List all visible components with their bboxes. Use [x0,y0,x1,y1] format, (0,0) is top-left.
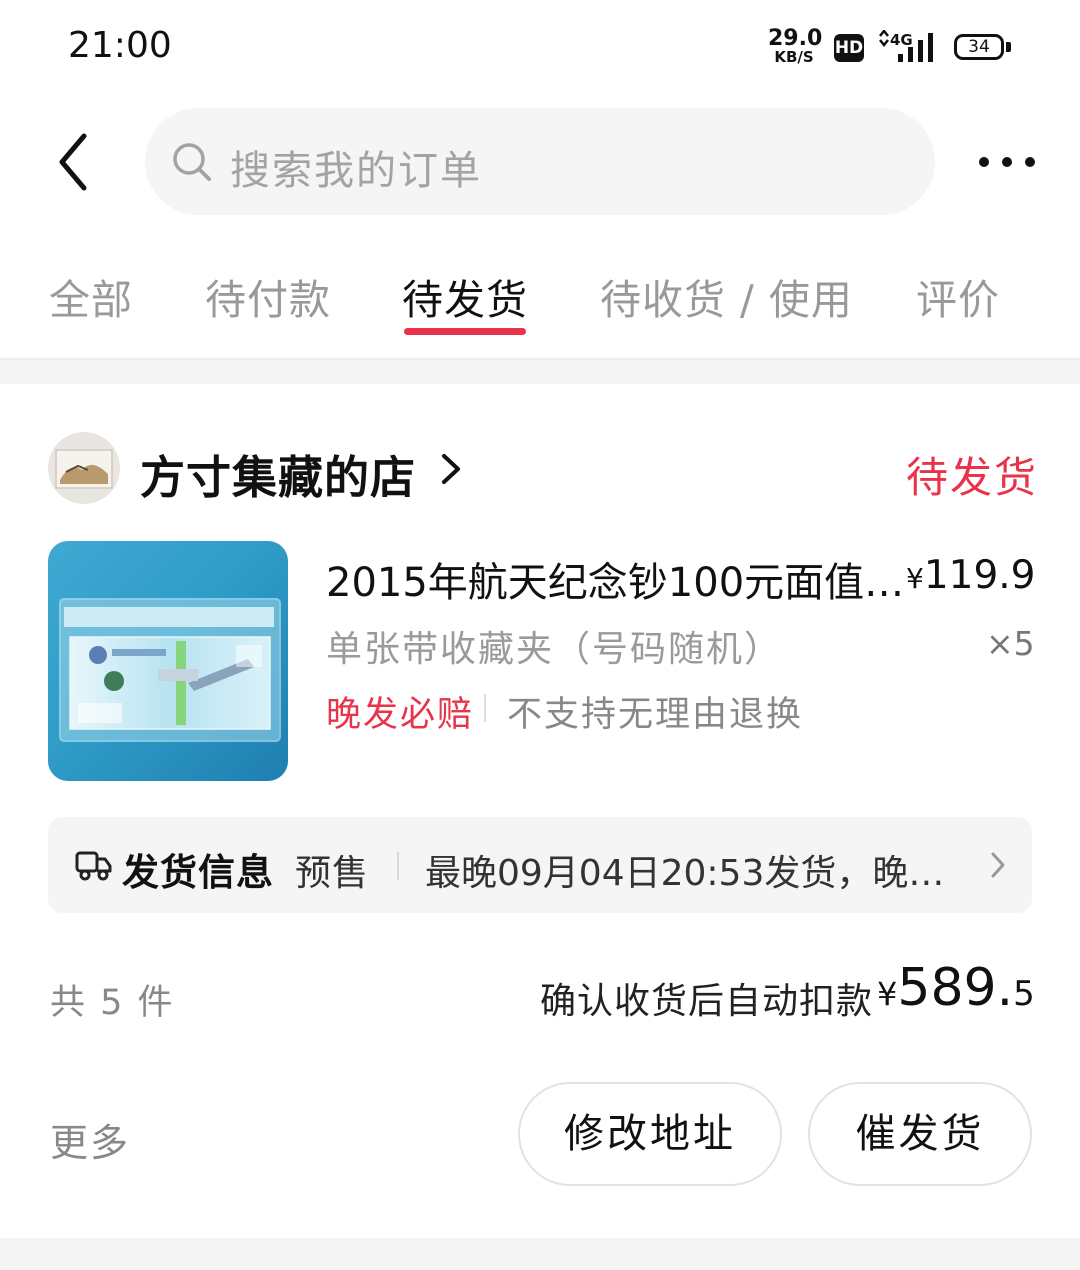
more-actions-link[interactable]: 更多 [50,1112,130,1167]
battery-tip [1006,42,1011,52]
tab-pending-shipment[interactable]: 待发货 [402,266,528,326]
late-compensation-tag: 晚发必赔 [326,695,475,735]
tab-pending-payment[interactable]: 待付款 [205,266,331,326]
product-price: ¥119.9 [906,553,1035,598]
more-dots-icon [979,157,1035,167]
hd-icon: HD [834,34,864,62]
network-speed-unit: KB/S [774,48,814,66]
more-options-button[interactable] [978,150,1038,174]
back-arrow-icon [59,133,87,191]
truck-icon [75,848,113,886]
urge-shipping-button[interactable]: 催发货 [808,1082,1032,1186]
battery-icon: 34 [954,34,1004,60]
price-currency: ¥ [906,562,924,595]
shop-name[interactable]: 方寸集藏的店 [140,441,416,506]
search-icon [170,140,214,188]
status-time: 21:00 [68,25,172,66]
shipping-type: 预售 [295,853,370,894]
bottom-section-gap [0,1238,1080,1270]
product-image[interactable] [48,541,288,781]
payment-method-label: 确认收货后自动扣款 [540,981,874,1022]
order-status: 待发货 [906,453,1039,502]
product-title[interactable]: 2015年航天纪念钞100元面值… [326,550,904,608]
network-speed-value: 29.0 [768,26,823,51]
status-bar: 21:00 29.0 KB/S HD 4G 34 [0,0,1080,95]
tag-separator [484,694,486,722]
shipping-info-label: 发货信息 [122,851,274,894]
back-button[interactable] [50,130,100,194]
active-tab-indicator [404,328,526,335]
change-address-button[interactable]: 修改地址 [518,1082,782,1186]
product-variant: 单张带收藏夹（号码随机） [326,629,783,670]
network-speed: 29.0 KB/S [768,26,823,67]
price-value: 119.9 [923,553,1036,598]
shipping-separator [397,852,399,880]
total-decimal: 5 [1013,974,1035,1014]
tab-review[interactable]: 评价 [916,266,1000,326]
search-input[interactable]: 搜索我的订单 [230,138,482,196]
chevron-right-icon[interactable] [438,452,464,490]
total-integer: 589. [897,958,1014,1018]
no-return-tag: 不支持无理由退换 [507,695,804,735]
network-type-label: 4G [890,31,913,49]
chevron-right-icon[interactable] [988,850,1008,884]
shop-avatar[interactable] [48,432,120,504]
item-count: 共 5 件 [50,983,175,1023]
product-quantity: ×5 [986,624,1035,663]
shipping-detail: 最晚09月04日20:53发货，晚… [425,853,945,894]
total-currency: ¥ [877,975,898,1013]
tab-all[interactable]: 全部 [49,266,133,326]
tab-pending-receipt[interactable]: 待收货 / 使用 [600,266,853,326]
order-total: ¥589.5 [877,958,1035,1018]
signal-icon: 4G [878,28,938,68]
section-gap [0,360,1080,384]
